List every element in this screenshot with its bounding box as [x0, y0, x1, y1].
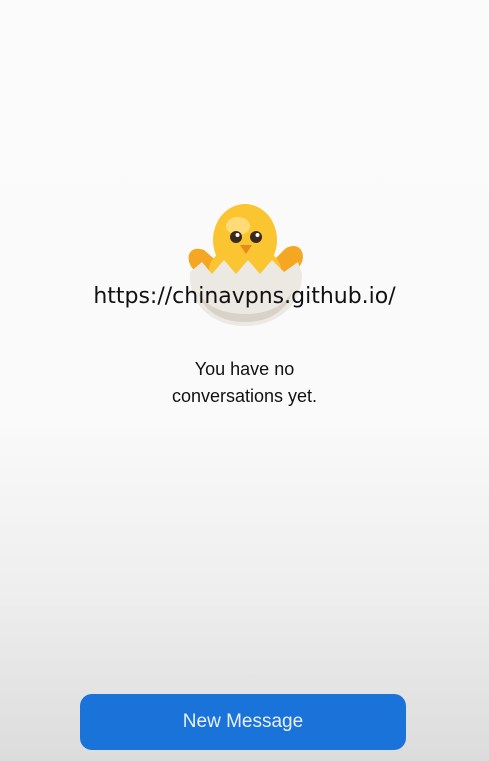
empty-state-line-2: conversations yet. — [171, 386, 318, 406]
new-message-button[interactable]: New Message — [80, 694, 406, 750]
watermark-url: https://chinavpns.github.io/ — [93, 284, 396, 309]
empty-inbox-screen: https://chinavpns.github.io/ You have no… — [0, 0, 489, 761]
hatching-chick-icon — [180, 200, 310, 330]
empty-state-line-1: You have no — [194, 359, 295, 379]
empty-state-message: You have no conversations yet. — [0, 356, 489, 410]
